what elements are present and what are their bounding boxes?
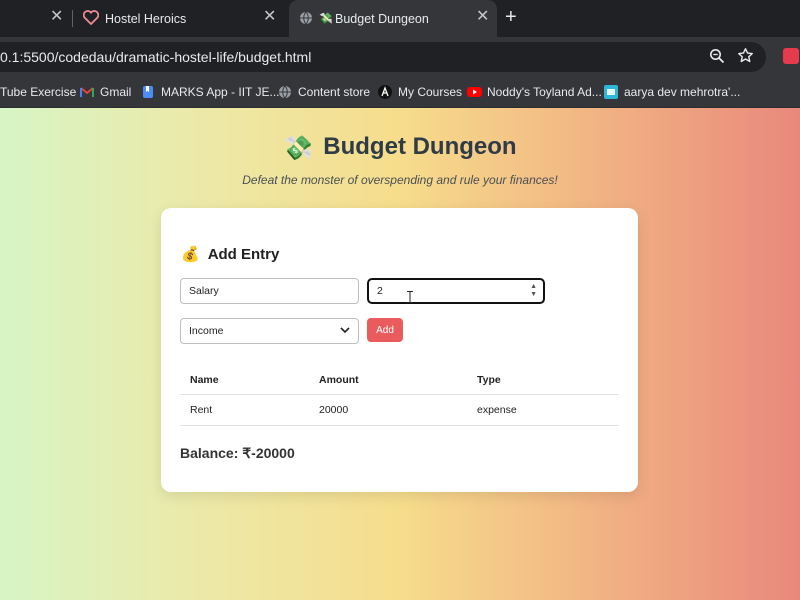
cell-amount: 20000 [309,394,467,426]
tab-separator [72,10,73,27]
bookmarks-bar: Tube Exercise Gmail MARKS App - IIT JE..… [0,76,800,108]
column-header-amount: Amount [309,366,467,395]
bookmark-aarya-dev[interactable]: aarya dev mehrotra'... [604,82,740,102]
bookmark-gmail[interactable]: Gmail [80,82,131,102]
bookmark-label: My Courses [398,85,463,99]
entry-amount-value: 2 [377,285,383,297]
tab-hostel-heroics[interactable]: Hostel Heroics ✕ [76,0,288,37]
new-tab-icon[interactable]: + [505,7,517,27]
heart-icon [82,10,100,28]
bookmark-label: Noddy's Toyland Ad... [487,85,602,99]
money-bag-icon: 💰 [181,246,200,263]
bookmark-star-icon[interactable] [737,47,754,69]
url-text[interactable]: 0.1:5500/codedau/dramatic-hostel-life/bu… [0,49,311,65]
bookmark-noddys-toyland[interactable]: Noddy's Toyland Ad... [467,82,602,102]
budget-card: 💰 Add Entry Salary 2 ▲ ▼ Income Add Name … [161,208,638,492]
close-tab-icon[interactable]: ✕ [263,9,276,25]
tab-title: Hostel Heroics [105,12,187,26]
table-header-row: Name Amount Type [180,366,619,395]
close-tab-icon[interactable]: ✕ [50,9,63,25]
column-header-type: Type [467,366,619,395]
bookmark-label: Tube Exercise [0,85,77,99]
tab-partial[interactable]: ✕ [0,0,70,37]
add-entry-button[interactable]: Add [367,318,403,342]
bookmark-tube-exercise[interactable]: Tube Exercise [0,82,76,102]
bookmark-label: Gmail [100,85,132,99]
bookmark-label: aarya dev mehrotra'... [624,85,741,99]
chevron-down-icon [340,326,350,337]
text-cursor-icon [407,291,413,303]
entry-name-value: Salary [189,285,219,297]
tab-strip: ✕ Hostel Heroics ✕ 💸 Budget Dungeon ✕ + [0,0,800,37]
bookmark-content-store[interactable]: Content store [278,82,370,102]
browser-toolbar: 0.1:5500/codedau/dramatic-hostel-life/bu… [0,37,800,76]
page-title: 💸 Budget Dungeon [0,133,800,163]
entry-amount-input[interactable]: 2 ▲ ▼ [367,278,545,304]
tab-title: Budget Dungeon [335,12,429,26]
entry-name-input[interactable]: Salary [180,278,359,304]
extension-icon[interactable] [783,48,799,64]
entry-type-select[interactable]: Income [180,318,359,344]
tab-budget-dungeon[interactable]: 💸 Budget Dungeon ✕ [289,0,497,37]
add-entry-heading-text: Add Entry [207,245,280,263]
gmail-icon [80,85,94,99]
site-icon [604,85,618,99]
globe-icon [299,11,313,28]
table-row: Rent 20000 expense [180,394,619,426]
cell-type: expense [467,394,619,426]
cell-name: Rent [180,394,309,426]
close-tab-icon[interactable]: ✕ [476,9,489,25]
entry-type-value: Income [189,325,224,337]
page-subtitle: Defeat the monster of overspending and r… [242,173,558,187]
balance-text: Balance: ₹-20000 [180,445,295,461]
entries-table: Name Amount Type Rent 20000 expense [180,366,619,426]
money-wings-icon: 💸 [319,13,333,25]
bookmark-label: MARKS App - IIT JE... [161,85,280,99]
youtube-icon [467,85,482,99]
page-body: 💸 Budget Dungeon Defeat the monster of ov… [0,108,800,600]
page-title-text: Budget Dungeon [323,133,517,160]
number-spinner-icon[interactable]: ▲ ▼ [530,283,537,299]
bookmark-label: Content store [298,85,371,99]
add-entry-heading: 💰 Add Entry [181,245,280,264]
globe-icon [278,85,292,99]
a-logo-icon [378,85,392,99]
money-wings-icon: 💸 [283,135,314,162]
bookmark-my-courses[interactable]: My Courses [378,82,462,102]
zoom-icon[interactable] [709,48,725,69]
bookmark-blue-icon [141,85,155,99]
column-header-name: Name [180,366,309,395]
bookmark-marks-app[interactable]: MARKS App - IIT JE... [141,82,279,102]
